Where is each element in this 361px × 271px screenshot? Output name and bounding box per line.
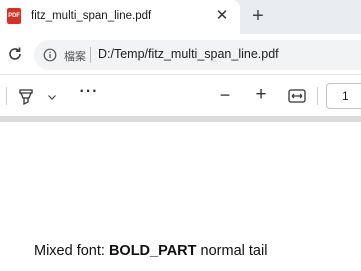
security-label: 檔案: [64, 50, 86, 63]
page-number-input[interactable]: 1: [326, 83, 361, 109]
minus-icon[interactable]: −: [214, 85, 236, 107]
toolbar-divider: [317, 87, 318, 105]
reload-icon[interactable]: [4, 43, 26, 65]
plus-icon[interactable]: +: [250, 85, 272, 107]
text-span-suffix: normal tail: [196, 243, 268, 259]
text-span-prefix: Mixed font:: [34, 243, 109, 259]
highlighter-icon[interactable]: [16, 87, 36, 107]
pdf-toolbar: ··· − + 1: [0, 74, 361, 116]
new-tab-button[interactable]: +: [247, 6, 269, 28]
close-icon[interactable]: ✕: [213, 7, 231, 25]
text-span-bold: BOLD_PART: [108, 243, 197, 259]
pdf-page: Mixed font: BOLD_PART normal tail: [0, 122, 361, 271]
url-text[interactable]: D:/Temp/fitz_multi_span_line.pdf: [98, 47, 279, 61]
address-bar[interactable]: 檔案 D:/Temp/fitz_multi_span_line.pdf: [34, 40, 361, 70]
browser-window: PDF fitz_multi_span_line.pdf ✕ + 檔案 D:/T…: [0, 0, 361, 271]
tab-pdf[interactable]: PDF fitz_multi_span_line.pdf ✕: [0, 0, 240, 34]
tab-strip: PDF fitz_multi_span_line.pdf ✕ +: [0, 0, 361, 34]
tab-title: fitz_multi_span_line.pdf: [31, 10, 152, 22]
toolbar-divider: [6, 87, 7, 105]
more-icon[interactable]: ···: [79, 84, 99, 103]
fit-width-icon[interactable]: [287, 87, 307, 105]
pdf-file-icon: PDF: [7, 8, 21, 24]
pdf-text-line: Mixed font: BOLD_PART normal tail: [34, 243, 267, 259]
address-divider: [90, 47, 91, 63]
address-row: 檔案 D:/Temp/fitz_multi_span_line.pdf: [0, 34, 361, 74]
chevron-down-icon[interactable]: [46, 90, 58, 102]
info-icon[interactable]: [43, 48, 57, 62]
